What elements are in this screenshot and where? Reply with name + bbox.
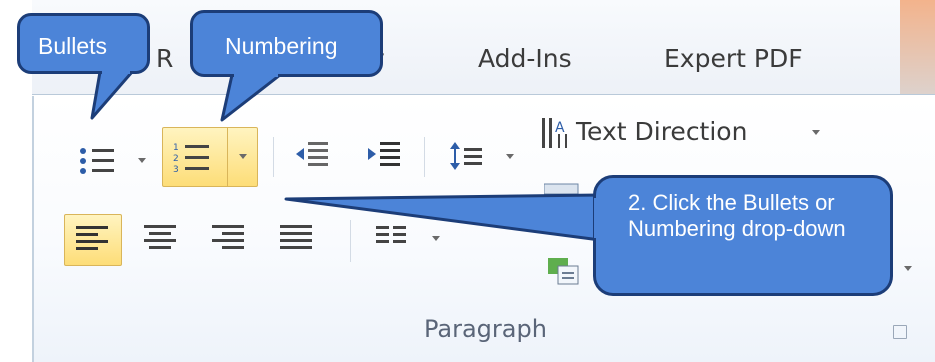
numbering-callout: Numbering	[190, 10, 383, 77]
bullets-callout: Bullets	[17, 13, 150, 74]
instruction-callout: 2. Click the Bullets or Numbering drop-d…	[593, 175, 893, 296]
